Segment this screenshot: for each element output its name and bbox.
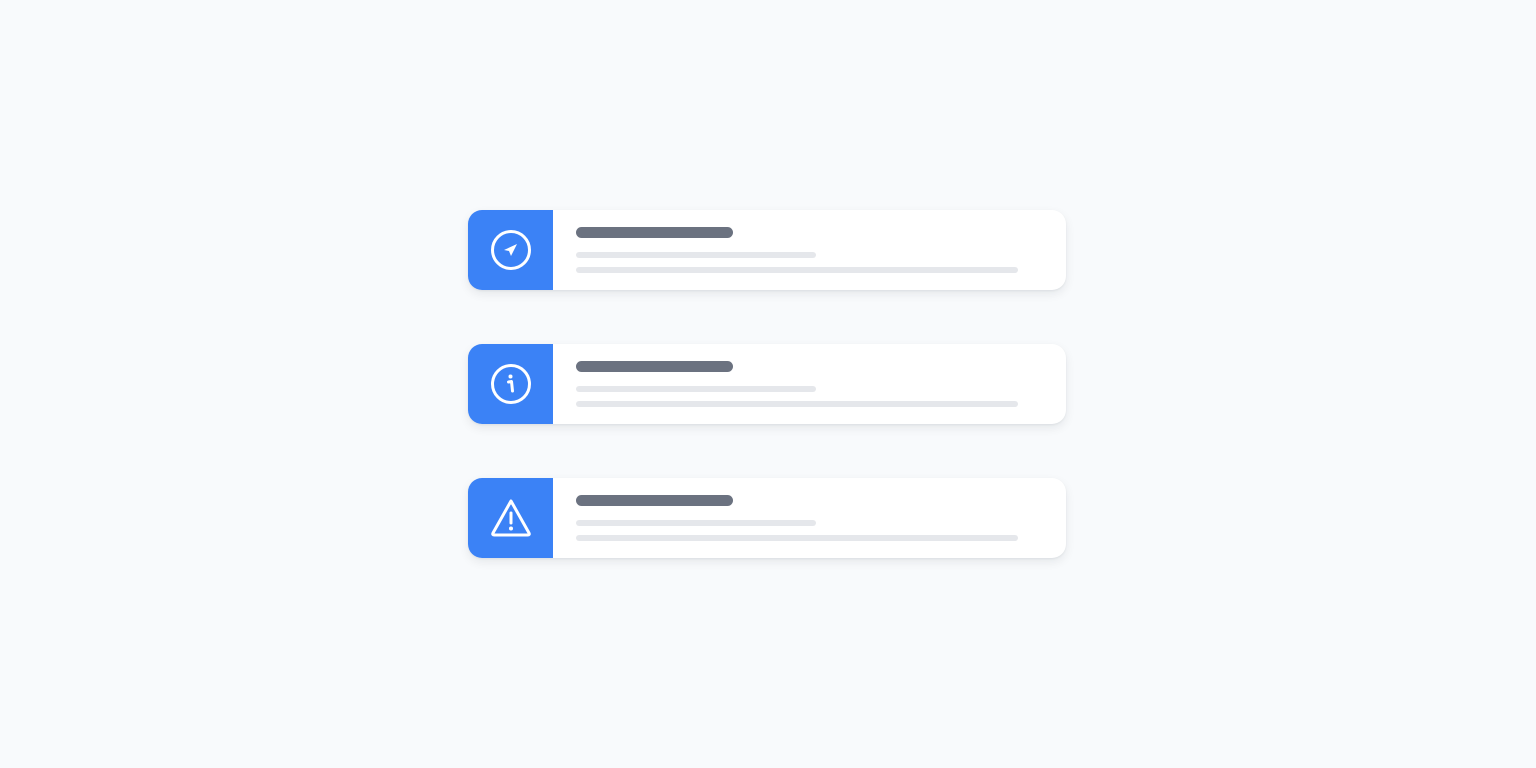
text-placeholder-line bbox=[576, 401, 1018, 407]
notification-card-warning[interactable] bbox=[468, 478, 1066, 558]
notification-list bbox=[468, 210, 1066, 558]
card-content bbox=[553, 210, 1066, 290]
text-placeholder-line bbox=[576, 386, 816, 392]
card-content bbox=[553, 478, 1066, 558]
title-placeholder bbox=[576, 495, 733, 506]
card-icon-block bbox=[468, 478, 553, 558]
text-placeholder-line bbox=[576, 520, 816, 526]
title-placeholder bbox=[576, 361, 733, 372]
card-icon-block bbox=[468, 344, 553, 424]
title-placeholder bbox=[576, 227, 733, 238]
text-placeholder-line bbox=[576, 535, 1018, 541]
warning-icon bbox=[489, 497, 533, 539]
card-icon-block bbox=[468, 210, 553, 290]
text-placeholder-line bbox=[576, 252, 816, 258]
text-placeholder-line bbox=[576, 267, 1018, 273]
compass-icon bbox=[490, 229, 532, 271]
info-icon bbox=[490, 363, 532, 405]
card-content bbox=[553, 344, 1066, 424]
notification-card-compass[interactable] bbox=[468, 210, 1066, 290]
notification-card-info[interactable] bbox=[468, 344, 1066, 424]
